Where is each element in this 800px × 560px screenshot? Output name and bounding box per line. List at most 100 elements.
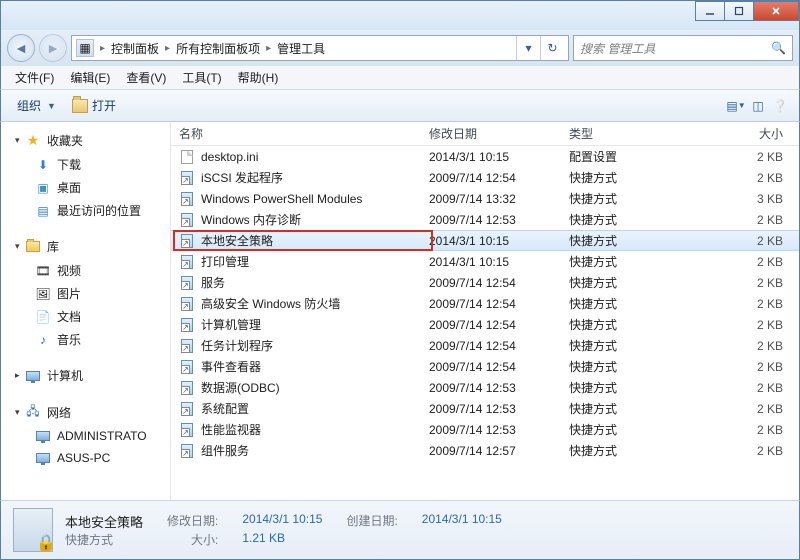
file-row[interactable]: desktop.ini2014/3/1 10:15配置设置2 KB bbox=[171, 146, 799, 167]
file-row[interactable]: 打印管理2014/3/1 10:15快捷方式2 KB bbox=[171, 251, 799, 272]
file-row[interactable]: Windows PowerShell Modules2009/7/14 13:3… bbox=[171, 188, 799, 209]
search-icon[interactable]: 🔍 bbox=[771, 41, 786, 55]
file-date: 2009/7/14 12:53 bbox=[421, 423, 561, 437]
file-row[interactable]: 事件查看器2009/7/14 12:54快捷方式2 KB bbox=[171, 356, 799, 377]
file-name: 服务 bbox=[201, 274, 225, 291]
details-pane: 本地安全策略 快捷方式 修改日期: 2014/3/1 10:15 创建日期: 2… bbox=[0, 500, 800, 560]
sidebar-network-pc2[interactable]: ASUS-PC bbox=[1, 447, 170, 469]
file-row[interactable]: 数据源(ODBC)2009/7/14 12:53快捷方式2 KB bbox=[171, 377, 799, 398]
column-name[interactable]: 名称 bbox=[171, 125, 421, 142]
maximize-button[interactable] bbox=[724, 1, 754, 21]
file-row[interactable]: iSCSI 发起程序2009/7/14 12:54快捷方式2 KB bbox=[171, 167, 799, 188]
details-modified-value: 2014/3/1 10:15 bbox=[242, 512, 322, 529]
address-bar-row: ◄ ► ▦ ▸ 控制面板 ▸ 所有控制面板项 ▸ 管理工具 ▾ ↻ 搜索 管理工… bbox=[0, 30, 800, 66]
file-row[interactable]: 高级安全 Windows 防火墙2009/7/14 12:54快捷方式2 KB bbox=[171, 293, 799, 314]
menu-help[interactable]: 帮助(H) bbox=[230, 66, 287, 89]
sidebar-network-pc1[interactable]: ADMINISTRATO bbox=[1, 425, 170, 447]
history-dropdown-button[interactable]: ▾ bbox=[516, 36, 540, 60]
breadcrumb-2[interactable]: 所有控制面板项 bbox=[172, 40, 264, 57]
picture-icon: 🖼 bbox=[35, 286, 51, 302]
file-row[interactable]: 任务计划程序2009/7/14 12:54快捷方式2 KB bbox=[171, 335, 799, 356]
file-size: 2 KB bbox=[661, 213, 799, 227]
minimize-button[interactable] bbox=[695, 1, 725, 21]
file-row[interactable]: 组件服务2009/7/14 12:57快捷方式2 KB bbox=[171, 440, 799, 461]
organize-label: 组织 bbox=[17, 97, 41, 114]
breadcrumb-1[interactable]: 控制面板 bbox=[107, 40, 163, 57]
organize-button[interactable]: 组织▼ bbox=[9, 94, 64, 117]
file-size: 2 KB bbox=[661, 255, 799, 269]
file-name: 事件查看器 bbox=[201, 358, 261, 375]
music-icon: ♪ bbox=[35, 332, 51, 348]
file-date: 2009/7/14 12:54 bbox=[421, 339, 561, 353]
sidebar-videos[interactable]: 🎞视频 bbox=[1, 259, 170, 282]
address-bar[interactable]: ▦ ▸ 控制面板 ▸ 所有控制面板项 ▸ 管理工具 ▾ ↻ bbox=[71, 35, 569, 61]
file-type: 快捷方式 bbox=[561, 274, 661, 291]
file-size: 2 KB bbox=[661, 360, 799, 374]
window-titlebar bbox=[0, 0, 800, 30]
shortcut-icon bbox=[179, 233, 195, 249]
sidebar-desktop[interactable]: ▣桌面 bbox=[1, 176, 170, 199]
file-ini-icon bbox=[179, 149, 195, 165]
refresh-button[interactable]: ↻ bbox=[540, 36, 564, 60]
menu-file[interactable]: 文件(F) bbox=[7, 66, 62, 89]
file-row[interactable]: 服务2009/7/14 12:54快捷方式2 KB bbox=[171, 272, 799, 293]
sidebar-network-label: 网络 bbox=[47, 404, 71, 421]
details-created-label: 创建日期: bbox=[346, 512, 397, 529]
menu-view[interactable]: 查看(V) bbox=[118, 66, 174, 89]
search-input[interactable]: 搜索 管理工具 🔍 bbox=[573, 35, 793, 61]
sidebar-documents[interactable]: 📄文档 bbox=[1, 305, 170, 328]
preview-pane-button[interactable]: ◫ bbox=[747, 95, 769, 117]
shortcut-icon bbox=[179, 422, 195, 438]
network-icon: 🖧 bbox=[25, 405, 41, 421]
sidebar-downloads[interactable]: ⬇下载 bbox=[1, 153, 170, 176]
column-type[interactable]: 类型 bbox=[561, 125, 661, 142]
file-row[interactable]: Windows 内存诊断2009/7/14 12:53快捷方式2 KB bbox=[171, 209, 799, 230]
breadcrumb-3[interactable]: 管理工具 bbox=[273, 40, 329, 57]
menu-tools[interactable]: 工具(T) bbox=[174, 66, 229, 89]
file-name: 性能监视器 bbox=[201, 421, 261, 438]
column-date[interactable]: 修改日期 bbox=[421, 125, 561, 142]
shortcut-icon bbox=[179, 275, 195, 291]
sidebar-music[interactable]: ♪音乐 bbox=[1, 328, 170, 351]
menu-edit[interactable]: 编辑(E) bbox=[62, 66, 118, 89]
file-name: 打印管理 bbox=[201, 253, 249, 270]
file-size: 2 KB bbox=[661, 171, 799, 185]
file-size: 2 KB bbox=[661, 276, 799, 290]
chevron-right-icon: ▸ bbox=[98, 43, 107, 54]
file-size: 2 KB bbox=[661, 444, 799, 458]
library-icon bbox=[25, 239, 41, 255]
computer-icon bbox=[35, 450, 51, 466]
help-button[interactable]: ❔ bbox=[769, 95, 791, 117]
view-options-button[interactable]: ▤▼ bbox=[725, 95, 747, 117]
file-type: 快捷方式 bbox=[561, 358, 661, 375]
file-name: iSCSI 发起程序 bbox=[201, 169, 283, 186]
sidebar-computer[interactable]: ▸ 计算机 bbox=[1, 363, 170, 388]
file-row[interactable]: 计算机管理2009/7/14 12:54快捷方式2 KB bbox=[171, 314, 799, 335]
nav-forward-button[interactable]: ► bbox=[39, 34, 67, 62]
file-type: 快捷方式 bbox=[561, 295, 661, 312]
sidebar-favorites[interactable]: ▾ ★ 收藏夹 bbox=[1, 128, 170, 153]
file-row[interactable]: 本地安全策略2014/3/1 10:15快捷方式2 KB bbox=[171, 230, 799, 251]
file-type: 快捷方式 bbox=[561, 442, 661, 459]
file-name: 高级安全 Windows 防火墙 bbox=[201, 295, 340, 312]
file-row[interactable]: 性能监视器2009/7/14 12:53快捷方式2 KB bbox=[171, 419, 799, 440]
open-button[interactable]: 打开 bbox=[64, 94, 124, 117]
sidebar-libraries[interactable]: ▾ 库 bbox=[1, 234, 170, 259]
file-name: 数据源(ODBC) bbox=[201, 379, 280, 396]
file-date: 2009/7/14 12:53 bbox=[421, 213, 561, 227]
sidebar-pictures[interactable]: 🖼图片 bbox=[1, 282, 170, 305]
file-name: Windows 内存诊断 bbox=[201, 211, 301, 228]
details-created-value: 2014/3/1 10:15 bbox=[422, 512, 502, 529]
nav-back-button[interactable]: ◄ bbox=[7, 34, 35, 62]
file-row[interactable]: 系统配置2009/7/14 12:53快捷方式2 KB bbox=[171, 398, 799, 419]
file-type: 快捷方式 bbox=[561, 253, 661, 270]
close-button[interactable] bbox=[753, 1, 799, 21]
expand-icon: ▾ bbox=[15, 135, 25, 146]
column-size[interactable]: 大小 bbox=[661, 125, 799, 142]
file-date: 2014/3/1 10:15 bbox=[421, 150, 561, 164]
file-list-pane: 名称 修改日期 类型 大小 desktop.ini2014/3/1 10:15配… bbox=[171, 122, 799, 500]
sidebar-recent[interactable]: ▤最近访问的位置 bbox=[1, 199, 170, 222]
file-date: 2009/7/14 12:53 bbox=[421, 381, 561, 395]
sidebar-computer-label: 计算机 bbox=[47, 367, 83, 384]
sidebar-network[interactable]: ▾ 🖧 网络 bbox=[1, 400, 170, 425]
